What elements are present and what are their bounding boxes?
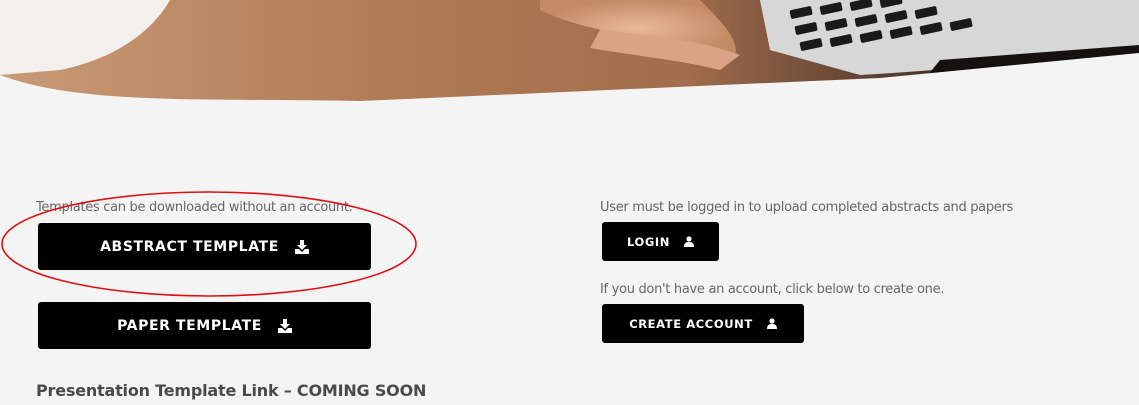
paper-template-button[interactable]: PAPER TEMPLATE — [38, 302, 371, 349]
presentation-template-heading: Presentation Template Link – COMING SOON — [36, 381, 427, 400]
login-button[interactable]: LOGIN — [602, 222, 719, 261]
download-icon — [277, 318, 292, 333]
paper-template-label: PAPER TEMPLATE — [117, 317, 262, 334]
user-icon — [684, 236, 695, 247]
create-account-button[interactable]: CREATE ACCOUNT — [602, 304, 804, 343]
create-account-note: If you don't have an account, click belo… — [600, 282, 945, 297]
hero-banner-image — [0, 0, 1139, 110]
abstract-template-button[interactable]: ABSTRACT TEMPLATE — [38, 223, 371, 270]
create-account-label: CREATE ACCOUNT — [629, 316, 753, 331]
user-icon — [766, 318, 777, 329]
login-note: User must be logged in to upload complet… — [600, 200, 1014, 215]
login-label: LOGIN — [626, 234, 671, 249]
download-icon — [294, 239, 309, 254]
abstract-template-label: ABSTRACT TEMPLATE — [100, 238, 279, 255]
download-note: Templates can be downloaded without an a… — [36, 200, 353, 215]
